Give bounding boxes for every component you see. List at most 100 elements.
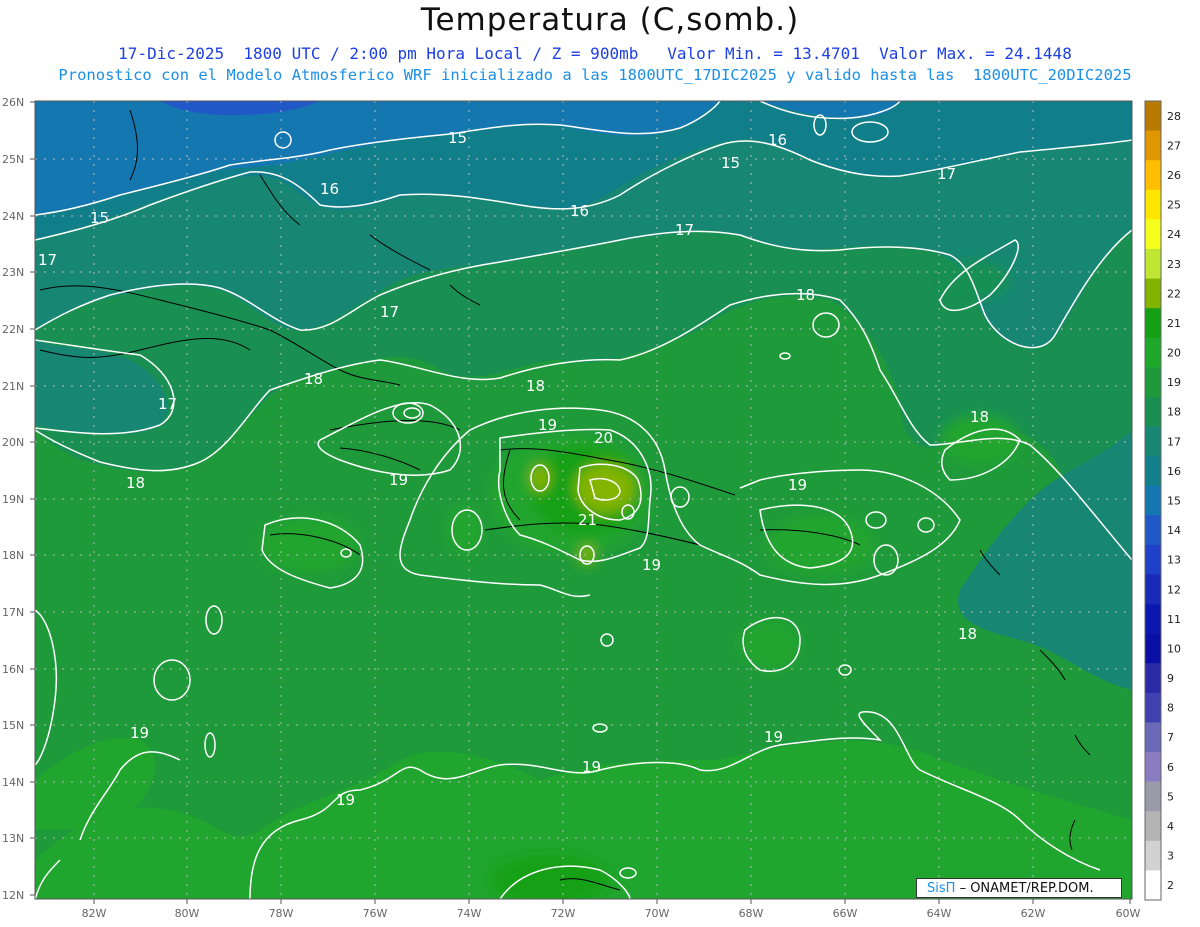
lon-label: 76W xyxy=(363,907,388,920)
colorbar-label: 18 xyxy=(1167,406,1181,419)
lat-label: 14N xyxy=(2,776,24,789)
lon-label: 60W xyxy=(1116,907,1141,920)
colorbar-swatch xyxy=(1145,692,1161,723)
colorbar-swatch xyxy=(1145,722,1161,753)
colorbar-swatch xyxy=(1145,189,1161,220)
colorbar-swatch xyxy=(1145,544,1161,575)
contour-label: 19 xyxy=(582,758,601,776)
lat-axis: 26N 25N 24N 23N 22N 21N 20N 19N 18N 17N … xyxy=(2,96,35,902)
lon-label: 64W xyxy=(927,907,952,920)
colorbar-swatch xyxy=(1145,396,1161,427)
contour-label: 18 xyxy=(796,286,815,304)
lat-label: 17N xyxy=(2,606,24,619)
lat-label: 19N xyxy=(2,493,24,506)
lat-label: 18N xyxy=(2,549,24,562)
colorbar-swatch xyxy=(1145,574,1161,605)
colorbar-swatch xyxy=(1145,840,1161,871)
lat-label: 26N xyxy=(2,96,24,109)
lat-label: 13N xyxy=(2,832,24,845)
colorbar-swatch xyxy=(1145,101,1161,131)
colorbar-label: 3 xyxy=(1167,850,1174,863)
colorbar-swatch xyxy=(1145,248,1161,279)
contour-label: 17 xyxy=(380,303,399,321)
colorbar-swatch xyxy=(1145,278,1161,309)
lon-label: 66W xyxy=(833,907,858,920)
contour-label: 17 xyxy=(158,395,177,413)
lon-label: 82W xyxy=(82,907,107,920)
colorbar-swatch xyxy=(1145,130,1161,161)
colorbar-label: 17 xyxy=(1167,435,1181,448)
lat-label: 12N xyxy=(2,889,24,902)
colorbar-label: 23 xyxy=(1167,258,1181,271)
contour-label: 18 xyxy=(126,474,145,492)
colorbar-swatch xyxy=(1145,663,1161,694)
colorbar-swatch xyxy=(1145,752,1161,782)
colorbar-label: 26 xyxy=(1167,169,1181,182)
colorbar-swatch xyxy=(1145,811,1161,842)
colorbar-label: 4 xyxy=(1167,820,1174,833)
contour-label: 19 xyxy=(130,724,149,742)
contour-label: 17 xyxy=(937,165,956,183)
contour-label: 21 xyxy=(578,511,597,529)
colorbar-swatch xyxy=(1145,456,1161,486)
sispi-logo-text: SisΠ xyxy=(927,881,956,896)
colorbar-label: 19 xyxy=(1167,376,1181,389)
colorbar-swatch xyxy=(1145,870,1161,901)
colorbar-swatch xyxy=(1145,426,1161,457)
contour-label: 19 xyxy=(389,471,408,489)
colorbar-swatch xyxy=(1145,781,1161,812)
lat-label: 23N xyxy=(2,266,24,279)
contour-label: 15 xyxy=(721,154,740,172)
colorbar: 2827262524232221201918171615141312111098… xyxy=(1144,100,1181,901)
colorbar-label: 25 xyxy=(1167,199,1181,212)
colorbar-label: 10 xyxy=(1167,642,1181,655)
contour-label: 18 xyxy=(958,625,977,643)
colorbar-label: 11 xyxy=(1167,613,1181,626)
colorbar-swatch xyxy=(1145,337,1161,368)
colorbar-swatch xyxy=(1145,160,1161,191)
contour-label: 16 xyxy=(768,131,787,149)
contour-label: 20 xyxy=(594,429,613,447)
lat-label: 24N xyxy=(2,210,24,223)
colorbar-label: 9 xyxy=(1167,672,1174,685)
colorbar-label: 15 xyxy=(1167,495,1181,508)
contour-label: 19 xyxy=(788,476,807,494)
lat-label: 20N xyxy=(2,436,24,449)
lon-label: 68W xyxy=(739,907,764,920)
colorbar-label: 27 xyxy=(1167,139,1181,152)
contour-label: 17 xyxy=(38,251,57,269)
colorbar-swatch xyxy=(1145,633,1161,664)
lon-label: 62W xyxy=(1021,907,1046,920)
colorbar-swatch xyxy=(1145,367,1161,398)
lon-label: 70W xyxy=(645,907,670,920)
contour-label: 18 xyxy=(304,370,323,388)
contour-label: 19 xyxy=(764,728,783,746)
contour-label: 15 xyxy=(90,209,109,227)
colorbar-label: 22 xyxy=(1167,287,1181,300)
contour-label: 19 xyxy=(538,416,557,434)
contour-label: 16 xyxy=(570,202,589,220)
lat-label: 16N xyxy=(2,663,24,676)
colorbar-label: 7 xyxy=(1167,731,1174,744)
contour-label: 19 xyxy=(336,791,355,809)
colorbar-swatch xyxy=(1145,219,1161,250)
lon-label: 80W xyxy=(175,907,200,920)
colorbar-label: 28 xyxy=(1167,110,1181,123)
lat-label: 25N xyxy=(2,153,24,166)
colorbar-label: 24 xyxy=(1167,228,1181,241)
contour-label: 18 xyxy=(526,377,545,395)
lon-axis: 82W 80W 78W 76W 74W 72W 70W 68W 66W 64W … xyxy=(82,899,1141,920)
credit-box: SisΠ – ONAMET/REP.DOM. xyxy=(916,878,1122,898)
contour-label: 16 xyxy=(320,180,339,198)
colorbar-label: 21 xyxy=(1167,317,1181,330)
colorbar-label: 8 xyxy=(1167,702,1174,715)
colorbar-label: 5 xyxy=(1167,790,1174,803)
colorbar-swatch xyxy=(1145,485,1161,516)
contour-label: 17 xyxy=(675,221,694,239)
colorbar-label: 14 xyxy=(1167,524,1181,537)
lon-label: 78W xyxy=(269,907,294,920)
colorbar-swatch xyxy=(1145,604,1161,634)
lon-label: 72W xyxy=(551,907,576,920)
lat-label: 15N xyxy=(2,719,24,732)
temperature-map: 15 15 15 16 16 16 17 17 17 17 17 17 18 1… xyxy=(2,96,1181,920)
